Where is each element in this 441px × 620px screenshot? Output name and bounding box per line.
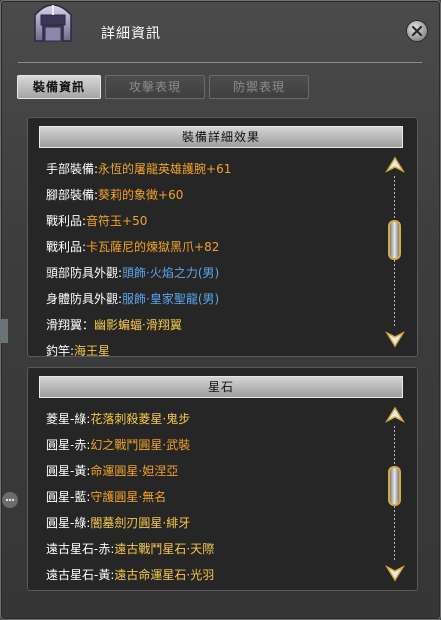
close-button[interactable] <box>406 20 428 42</box>
equipment-panel-header: 裝備詳細效果 <box>39 126 403 148</box>
list-item: 頭部防具外觀:頭飾·火焰之力(男) <box>46 260 376 286</box>
list-item: 遠古星石-赤:遠古戰鬥星石·天際 <box>46 536 376 562</box>
equipment-scrollbar[interactable] <box>384 156 406 348</box>
item-value: 服飾·皇家聖龍(男) <box>122 292 220 306</box>
item-value: 闇墓劍刃圓星·緋牙 <box>90 516 191 530</box>
list-item: 戰利品:音符玉+50 <box>46 208 376 234</box>
tab-attack-performance[interactable]: 攻擊表現 <box>105 75 205 99</box>
item-label: 滑翔翼： <box>46 318 95 332</box>
item-label: 遠古星石-黃: <box>46 568 115 582</box>
scroll-down-icon[interactable] <box>385 564 405 582</box>
title-bar[interactable]: 詳細資訊 <box>1 1 440 63</box>
star-stone-list: 菱星-綠:花落刺殺菱星·鬼步 圓星-赤:幻之戰鬥圓星·武裝 圓星-黃:命運圓星·… <box>46 406 376 588</box>
list-item: 滑翔翼：幽影蝙蝠·滑翔翼 <box>46 312 376 338</box>
item-value: 幻之戰鬥圓星·武裝 <box>90 438 191 452</box>
item-value: 遠古命運星石·光羽 <box>114 568 215 582</box>
item-label: 腳部裝備: <box>46 188 99 202</box>
item-label: 戰利品: <box>46 240 87 254</box>
item-value: 花落刺殺菱星·鬼步 <box>90 412 191 426</box>
list-item: 身體防具外觀:服飾·皇家聖龍(男) <box>46 286 376 312</box>
item-value: 葵莉的象徵+60 <box>98 188 184 202</box>
item-label: 頭部防具外觀: <box>46 266 123 280</box>
star-stone-panel: 星石 菱星-綠:花落刺殺菱星·鬼步 圓星-赤:幻之戰鬥圓星·武裝 圓星-黃:命運… <box>27 367 418 591</box>
title-divider <box>18 62 422 63</box>
detail-info-window: 詳細資訊 裝備資訊 攻擊表現 防禦表現 裝備詳細效果 手部裝備:永恆的屠龍英雄護… <box>0 0 441 620</box>
item-label: 圓星-藍: <box>46 490 91 504</box>
item-value: 頭飾·火焰之力(男) <box>122 266 220 280</box>
scroll-thumb[interactable] <box>388 466 401 506</box>
item-value: 音符玉+50 <box>86 214 148 228</box>
scroll-up-icon[interactable] <box>385 156 405 174</box>
equipment-list: 手部裝備:永恆的屠龍英雄護腕+61 腳部裝備:葵莉的象徵+60 戰利品:音符玉+… <box>46 156 376 364</box>
item-value: 守護圓星·無名 <box>90 490 167 504</box>
item-value: 卡瓦薩尼的煉獄黑爪+82 <box>86 240 220 254</box>
item-label: 圓星-赤: <box>46 438 91 452</box>
list-item: 腳部裝備:葵莉的象徵+60 <box>46 182 376 208</box>
item-label: 釣竿: <box>46 344 75 358</box>
equipment-details-panel: 裝備詳細效果 手部裝備:永恆的屠龍英雄護腕+61 腳部裝備:葵莉的象徵+60 戰… <box>27 117 418 358</box>
list-item: 遠古星石-黃:遠古命運星石·光羽 <box>46 562 376 588</box>
list-item: 菱星-綠:花落刺殺菱星·鬼步 <box>46 406 376 432</box>
window-title: 詳細資訊 <box>101 26 161 42</box>
list-item: 圓星-綠:闇墓劍刃圓星·緋牙 <box>46 510 376 536</box>
item-label: 菱星-綠: <box>46 412 91 426</box>
list-item: 釣竿:海王星 <box>46 338 376 364</box>
list-item: 戰利品:卡瓦薩尼的煉獄黑爪+82 <box>46 234 376 260</box>
item-label: 圓星-黃: <box>46 464 91 478</box>
item-value: 命運圓星·妲涅亞 <box>90 464 179 478</box>
close-icon <box>411 25 423 37</box>
item-label: 手部裝備: <box>46 162 99 176</box>
tab-equipment-info[interactable]: 裝備資訊 <box>17 75 101 99</box>
helmet-icon <box>34 4 72 42</box>
chat-bubble-icon <box>2 492 18 508</box>
star-stone-scrollbar[interactable] <box>384 406 406 582</box>
item-label: 戰利品: <box>46 214 87 228</box>
item-value: 遠古戰鬥星石·天際 <box>114 542 215 556</box>
tab-bar: 裝備資訊 攻擊表現 防禦表現 <box>17 75 309 99</box>
item-value: 幽影蝙蝠·滑翔翼 <box>94 318 182 332</box>
list-item: 圓星-赤:幻之戰鬥圓星·武裝 <box>46 432 376 458</box>
list-item: 手部裝備:永恆的屠龍英雄護腕+61 <box>46 156 376 182</box>
item-value: 海王星 <box>74 344 111 358</box>
item-value: 永恆的屠龍英雄護腕+61 <box>98 162 232 176</box>
scroll-thumb[interactable] <box>388 220 401 260</box>
item-label: 圓星-綠: <box>46 516 91 530</box>
list-item: 圓星-藍:守護圓星·無名 <box>46 484 376 510</box>
item-label: 身體防具外觀: <box>46 292 123 306</box>
tab-defense-performance[interactable]: 防禦表現 <box>209 75 309 99</box>
background-edge <box>1 319 8 343</box>
scroll-up-icon[interactable] <box>385 406 405 424</box>
list-item: 圓星-黃:命運圓星·妲涅亞 <box>46 458 376 484</box>
item-label: 遠古星石-赤: <box>46 542 115 556</box>
star-panel-header: 星石 <box>39 376 403 398</box>
scroll-down-icon[interactable] <box>385 330 405 348</box>
